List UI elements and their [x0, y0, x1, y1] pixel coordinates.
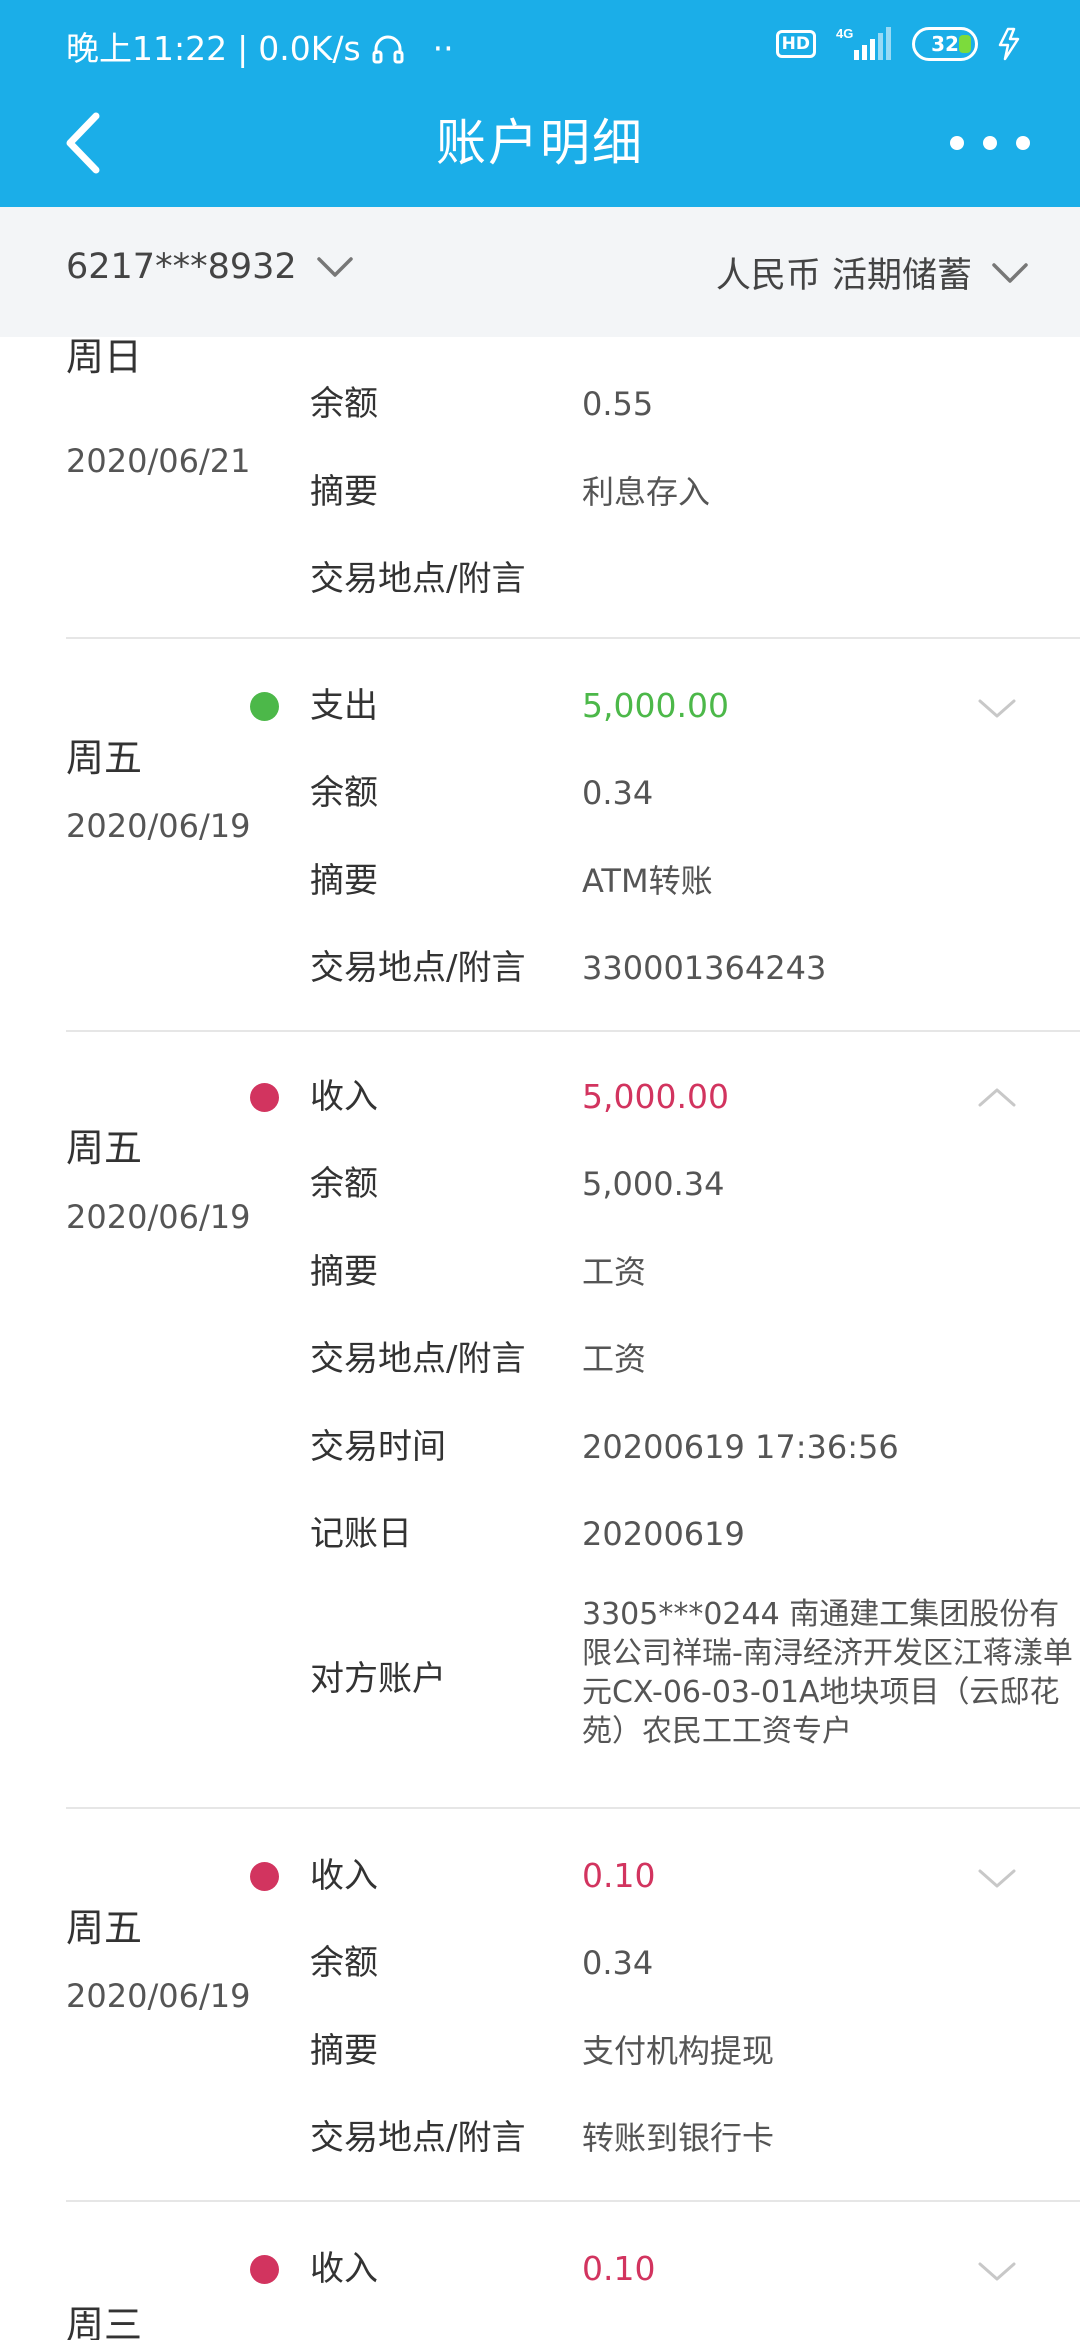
chevron-down-icon[interactable] — [976, 695, 1018, 721]
amount-value: 5,000.00 — [582, 686, 729, 725]
record-weekday: 周日 — [66, 337, 143, 379]
income-dot-icon — [250, 1083, 279, 1112]
transaction-item[interactable]: 收入 5,000.00 周五 2020/06/19 余额 5,000.34 摘要… — [0, 1032, 1080, 1809]
app-header: 晚上11:22 | 0.0K/s ·· HD 4G 32 账户明细 — [0, 0, 1080, 207]
charging-icon — [998, 27, 1020, 61]
location-value: 330001364243 — [582, 949, 827, 987]
location-label: 交易地点/附言 — [310, 559, 526, 599]
location-value: 转账到银行卡 — [582, 2119, 775, 2157]
type-label: 收入 — [310, 2249, 378, 2289]
time-label: 交易时间 — [310, 1427, 446, 1467]
battery-level: 32 — [931, 32, 959, 56]
record-weekday: 周五 — [66, 1126, 143, 1170]
battery-icon: 32 — [912, 27, 978, 61]
chevron-down-icon[interactable] — [976, 2258, 1018, 2284]
more-dots-icon — [950, 136, 964, 150]
record-weekday: 周五 — [66, 736, 143, 780]
chevron-up-icon[interactable] — [976, 1085, 1018, 1111]
income-dot-icon — [250, 2255, 279, 2284]
counterparty-value: 3305***0244 南通建工集团股份有限公司祥瑞-南浔经济开发区江蒋漾单元C… — [582, 1597, 1073, 1749]
transaction-item[interactable]: 支出 5,000.00 周五 2020/06/19 余额 0.34 摘要 ATM… — [0, 639, 1080, 1032]
account-number: 6217***8932 — [66, 247, 297, 287]
record-weekday: 周五 — [66, 1906, 143, 1950]
transaction-item[interactable]: 收入 0.10 周三 — [0, 2202, 1080, 2340]
amount-value: 5,000.00 — [582, 1077, 729, 1116]
status-left: 晚上11:22 | 0.0K/s ·· — [66, 24, 454, 74]
time-value: 20200619 17:36:56 — [582, 1428, 899, 1466]
expense-dot-icon — [250, 692, 279, 721]
filter-bar: 6217***8932 人民币 活期储蓄 — [0, 207, 1080, 337]
record-date: 2020/06/19 — [66, 807, 251, 845]
type-label: 收入 — [310, 1077, 378, 1117]
chevron-down-icon — [316, 257, 353, 277]
summary-label: 摘要 — [310, 861, 378, 901]
balance-value: 0.34 — [582, 774, 654, 812]
amount-value: 0.10 — [582, 2249, 656, 2288]
record-date: 2020/06/19 — [66, 1977, 251, 2015]
summary-value: 工资 — [582, 1253, 647, 1291]
balance-label: 余额 — [310, 1943, 378, 1983]
balance-value: 5,000.34 — [582, 1165, 725, 1203]
posting-date-value: 20200619 — [582, 1515, 745, 1553]
chevron-down-icon[interactable] — [976, 1865, 1018, 1891]
summary-value: 支付机构提现 — [582, 2032, 775, 2070]
location-label: 交易地点/附言 — [310, 2118, 526, 2158]
balance-label: 余额 — [310, 384, 378, 424]
record-date: 2020/06/19 — [66, 1198, 251, 1236]
status-separator: | — [237, 29, 249, 68]
location-label: 交易地点/附言 — [310, 948, 526, 988]
location-label: 交易地点/附言 — [310, 1339, 526, 1379]
type-label: 收入 — [310, 1856, 378, 1896]
record-weekday: 周三 — [66, 2303, 143, 2340]
nav-bar: 账户明细 — [0, 98, 1080, 207]
currency-selector[interactable]: 人民币 活期储蓄 — [716, 247, 1030, 298]
posting-date-label: 记账日 — [310, 1514, 412, 1554]
headset-icon — [372, 35, 404, 64]
transaction-item[interactable]: 周日 2020/06/21 余额 0.55 摘要 利息存入 交易地点/附言 — [0, 337, 1080, 639]
location-value: 工资 — [582, 1340, 647, 1378]
network-type: 4G — [836, 26, 853, 41]
status-time: 晚上11:22 — [66, 29, 228, 68]
hd-badge: HD — [775, 30, 816, 58]
currency-type: 人民币 活期储蓄 — [715, 256, 972, 296]
summary-label: 摘要 — [310, 1252, 378, 1292]
amount-value: 0.10 — [582, 1856, 656, 1895]
chevron-down-icon — [992, 262, 1028, 283]
summary-value: 利息存入 — [582, 473, 711, 511]
transaction-list: 周日 2020/06/21 余额 0.55 摘要 利息存入 交易地点/附言 支出… — [0, 337, 1080, 2340]
summary-label: 摘要 — [310, 2031, 378, 2071]
status-bar: 晚上11:22 | 0.0K/s ·· HD 4G 32 — [0, 0, 1080, 98]
type-label: 支出 — [310, 686, 378, 726]
status-speed: 0.0K/s — [258, 29, 361, 68]
page-title: 账户明细 — [436, 114, 644, 172]
summary-label: 摘要 — [310, 472, 378, 512]
balance-label: 余额 — [310, 773, 378, 813]
balance-value: 0.34 — [582, 1944, 654, 1982]
signal-icon: 4G — [836, 26, 891, 60]
balance-label: 余额 — [310, 1164, 378, 1204]
summary-value: ATM转账 — [582, 862, 713, 900]
status-right: HD 4G 32 — [775, 26, 1026, 62]
more-button[interactable] — [950, 118, 1030, 168]
income-dot-icon — [250, 1862, 279, 1891]
counterparty-label: 对方账户 — [310, 1659, 446, 1699]
status-dots: ·· — [432, 29, 454, 68]
transaction-item[interactable]: 收入 0.10 周五 2020/06/19 余额 0.34 摘要 支付机构提现 … — [0, 1809, 1080, 2202]
account-selector[interactable]: 6217***8932 — [66, 247, 355, 287]
record-date: 2020/06/21 — [66, 442, 251, 480]
balance-value: 0.55 — [582, 385, 654, 423]
